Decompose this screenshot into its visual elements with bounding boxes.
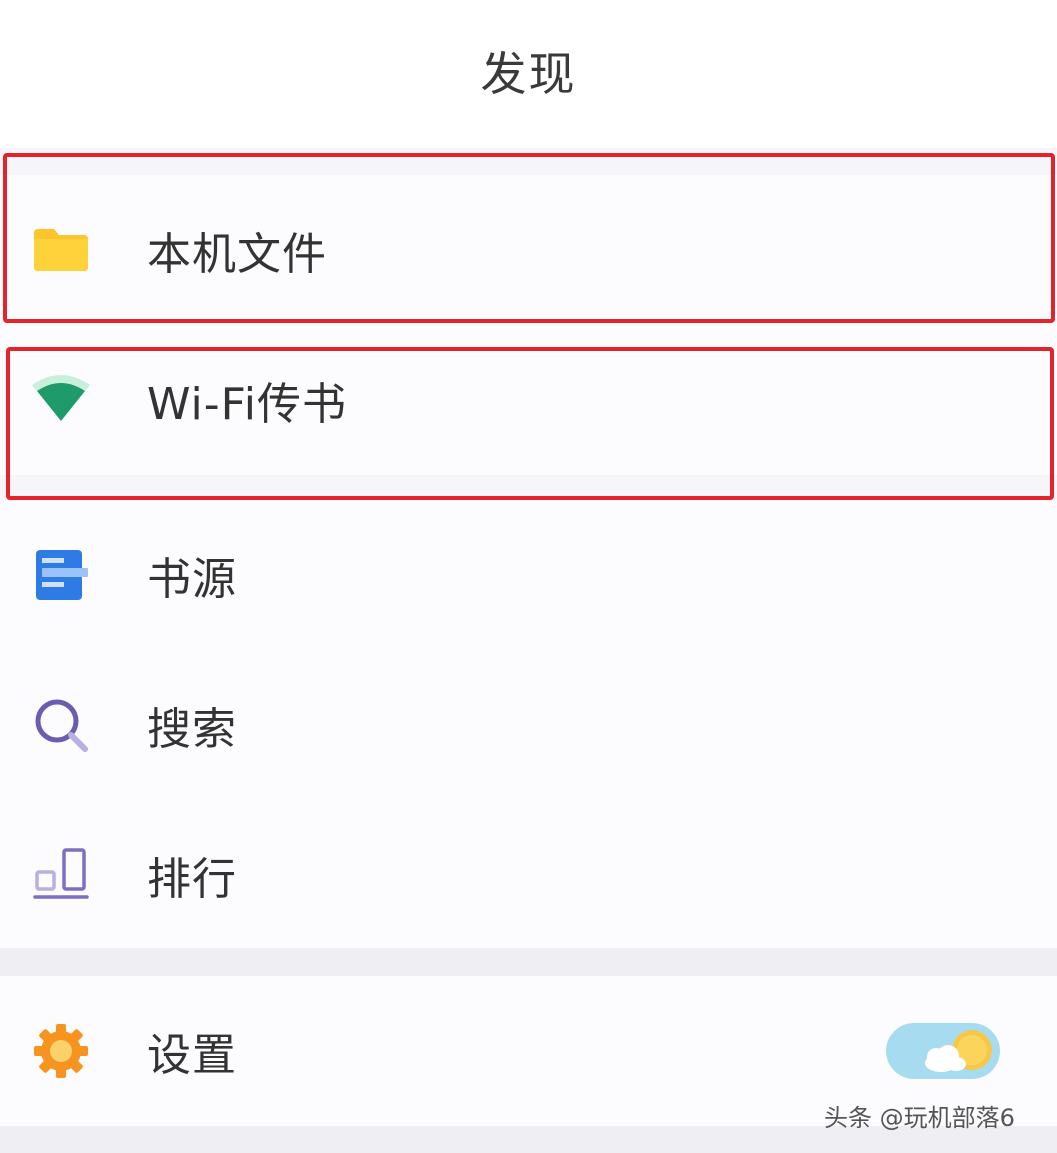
discover-page: 发现 本机文件 Wi-Fi传书 书源 搜索 排行 设置 头条 @玩机部落6	[0, 0, 1057, 1153]
gear-icon	[30, 1020, 92, 1082]
menu-item-book-source[interactable]: 书源	[0, 500, 1057, 650]
menu-item-label: Wi-Fi传书	[147, 379, 347, 430]
menu-item-label: 书源	[147, 554, 237, 605]
menu-item-wifi-transfer[interactable]: Wi-Fi传书	[0, 325, 1057, 475]
menu-item-ranking[interactable]: 排行	[0, 800, 1057, 950]
settings-label: 设置	[147, 1030, 237, 1081]
theme-toggle[interactable]	[886, 1023, 1000, 1079]
menu-item-label: 本机文件	[147, 229, 327, 280]
page-title: 发现	[480, 47, 577, 101]
wifi-icon	[30, 369, 92, 431]
folder-icon	[30, 219, 92, 281]
menu-item-label: 搜索	[147, 704, 237, 755]
sun-cloud-icon	[925, 1030, 992, 1072]
ranking-icon	[30, 844, 92, 906]
menu-item-label: 排行	[147, 854, 237, 905]
menu-item-search[interactable]: 搜索	[0, 650, 1057, 800]
menu-item-local-files[interactable]: 本机文件	[0, 175, 1057, 325]
search-icon	[30, 694, 92, 756]
header: 发现	[0, 0, 1057, 148]
menu-section: 本机文件 Wi-Fi传书 书源 搜索 排行	[0, 148, 1057, 950]
section-divider	[0, 948, 1057, 976]
book-source-icon	[30, 544, 92, 606]
watermark: 头条 @玩机部落6	[824, 1104, 1015, 1132]
